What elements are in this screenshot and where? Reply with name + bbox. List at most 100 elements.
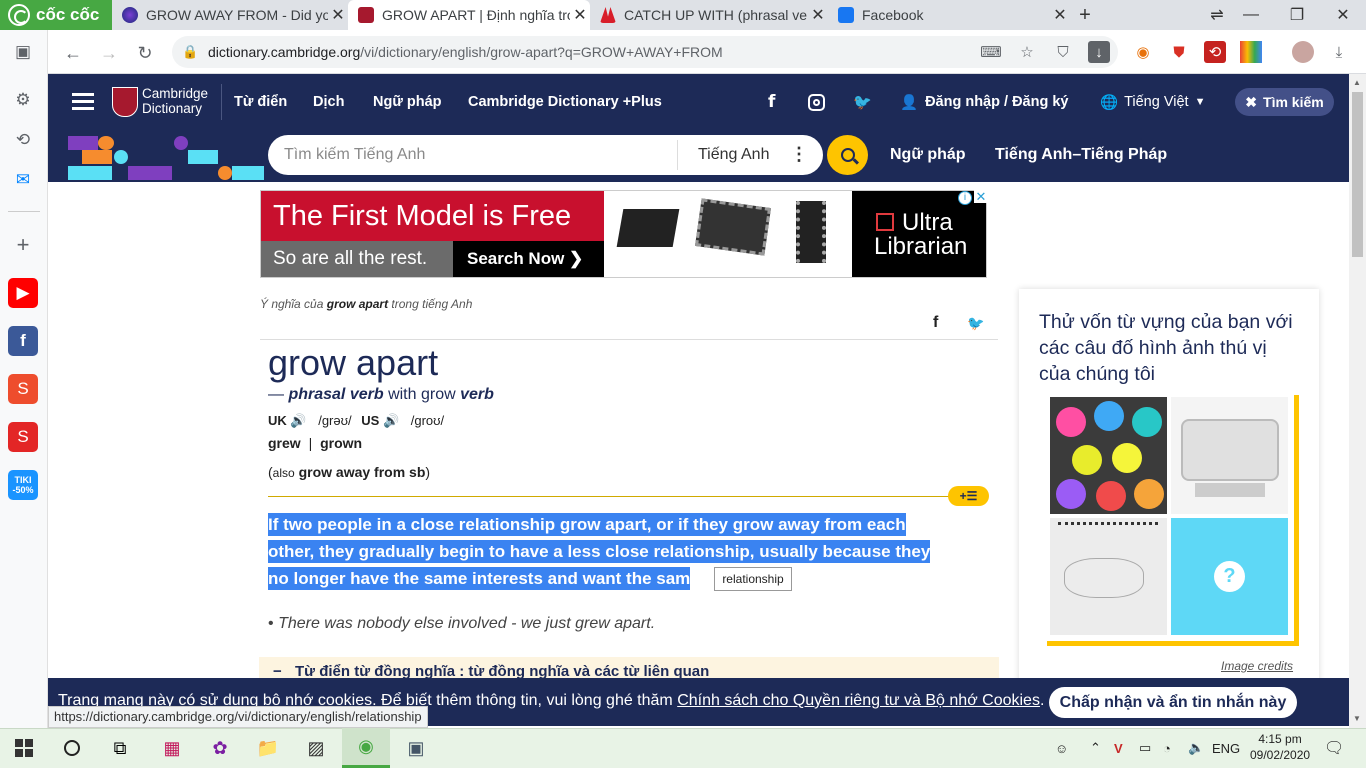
tab-catch-up-with[interactable]: CATCH UP WITH (phrasal verb) ✕ <box>590 0 828 30</box>
uk-audio-icon[interactable]: 🔊 <box>290 413 306 428</box>
restore-button[interactable]: ❐ <box>1274 0 1320 30</box>
login-link[interactable]: 👤 Đăng nhập / Đăng ký <box>900 74 1068 130</box>
facebook-social-icon[interactable]: f <box>768 74 775 130</box>
us-audio-icon[interactable]: 🔊 <box>383 413 399 428</box>
image-credits-link[interactable]: Image credits <box>1221 659 1293 673</box>
tiki-icon[interactable]: TIKI -50% <box>8 470 38 500</box>
nav-dictionary[interactable]: Từ điển <box>234 74 287 130</box>
site-logo[interactable]: Cambridge Dictionary <box>142 86 208 116</box>
scroll-down-icon[interactable]: ▼ <box>1353 714 1361 723</box>
new-tab-button[interactable]: + <box>1070 0 1100 30</box>
history-icon[interactable]: ⟲ <box>8 125 38 155</box>
coccoc-logo-icon <box>8 4 30 26</box>
instagram-icon[interactable] <box>808 74 825 130</box>
facebook-icon[interactable]: f <box>8 326 38 356</box>
taskbar-app2-icon[interactable]: ▣ <box>392 728 440 768</box>
download-page-icon[interactable]: ↓ <box>1088 41 1110 63</box>
ad-info-icon[interactable]: i <box>958 191 972 205</box>
ad-cta-button[interactable]: Search Now ❯ <box>453 241 604 277</box>
link-grammar[interactable]: Ngữ pháp <box>890 130 966 180</box>
tab-grow-apart[interactable]: GROW APART | Định nghĩa trong ✕ <box>348 0 590 30</box>
battery-icon[interactable]: ▭ <box>1139 728 1151 768</box>
lock-icon[interactable]: 🔒 <box>182 44 198 60</box>
coccoc-menu-button[interactable]: cốc cốc <box>0 0 112 30</box>
coccoc-taskbar-icon[interactable]: ◉ <box>342 728 390 768</box>
sewing-machine-image[interactable] <box>1171 397 1288 514</box>
settings-gear-icon[interactable]: ⚙ <box>8 85 38 115</box>
nav-plus[interactable]: Cambridge Dictionary +Plus <box>468 74 662 130</box>
shield-icon[interactable]: ⛉ <box>1052 41 1074 63</box>
file-explorer-icon[interactable]: 📁 <box>244 728 292 768</box>
tab-grow-away-from[interactable]: GROW AWAY FROM - Did you ✕ <box>112 0 348 30</box>
close-tab-icon[interactable]: ✕ <box>570 5 590 25</box>
logo-line1: Cambridge <box>142 86 209 101</box>
scrollbar-thumb[interactable] <box>1352 92 1363 257</box>
more-options-icon[interactable]: ⋮ <box>790 144 808 165</box>
nav-grammar[interactable]: Ngữ pháp <box>373 74 442 130</box>
windows-start-icon[interactable] <box>0 728 48 768</box>
profile-avatar[interactable] <box>1292 41 1314 63</box>
search-language-select[interactable]: Tiếng Anh <box>698 146 769 164</box>
extension-red-icon[interactable]: ⟲ <box>1204 41 1226 63</box>
forward-button[interactable]: → <box>96 40 122 66</box>
cortana-search-icon[interactable] <box>48 728 96 768</box>
language-selector[interactable]: 🌐 Tiếng Việt ▼ <box>1100 74 1205 130</box>
cookie-policy-link[interactable]: Chính sách cho Quyền riêng tư và Bộ nhớ … <box>677 692 1040 709</box>
adblock-icon[interactable]: ⛊ <box>1168 41 1190 63</box>
taskbar-paint-icon[interactable]: ✿ <box>196 728 244 768</box>
sendo-icon[interactable]: S <box>8 422 38 452</box>
people-icon[interactable]: ☺ <box>1055 728 1068 768</box>
cookie-accept-button[interactable]: Chấp nhận và ẩn tin nhắn này <box>1049 687 1297 718</box>
cambridge-shield-icon[interactable] <box>112 87 138 117</box>
share-twitter-icon[interactable]: 🐦 <box>967 315 984 332</box>
tab-facebook[interactable]: Facebook ✕ <box>828 0 1070 30</box>
add-sidebar-app-icon[interactable]: + <box>8 230 38 260</box>
volume-icon[interactable]: 🔈 <box>1188 728 1204 768</box>
share-facebook-icon[interactable]: f <box>933 314 938 332</box>
twitter-icon[interactable]: 🐦 <box>853 74 872 130</box>
ad-close-icon[interactable]: ✕ <box>974 189 988 204</box>
coccoc-extension-icon[interactable]: ◉ <box>1132 41 1154 63</box>
quiz-images[interactable]: ? <box>1044 391 1294 641</box>
clock[interactable]: 4:15 pm 09/02/2020 <box>1250 731 1310 763</box>
input-language[interactable]: ENG <box>1212 728 1240 768</box>
sidebar-toggle-icon[interactable]: ▣ <box>8 37 38 67</box>
header-search-button[interactable]: ✖ Tìm kiếm <box>1235 88 1334 116</box>
taskbar-app-icon[interactable]: ▦ <box>148 728 196 768</box>
close-tab-icon[interactable]: ✕ <box>808 5 828 25</box>
taskbar-notes-icon[interactable]: ▨ <box>292 728 340 768</box>
search-submit-button[interactable] <box>827 135 868 175</box>
quiz-mystery-image[interactable]: ? <box>1171 518 1288 635</box>
close-tab-icon[interactable]: ✕ <box>328 5 348 25</box>
bookmark-star-icon[interactable]: ☆ <box>1016 41 1038 63</box>
scroll-up-icon[interactable]: ▲ <box>1353 78 1361 87</box>
task-view-icon[interactable]: ⧉ <box>96 728 144 768</box>
advertisement[interactable]: The First Model is Free So are all the r… <box>260 189 988 278</box>
close-tab-icon[interactable]: ✕ <box>1050 5 1070 25</box>
paint-palette-image[interactable] <box>1050 397 1167 514</box>
url-text[interactable]: dictionary.cambridge.org/vi/dictionary/e… <box>208 44 723 60</box>
add-to-wordlist-button[interactable]: +☰ <box>948 486 989 506</box>
wifi-icon[interactable]: ◔ <box>1163 728 1171 768</box>
extension-colorful-icon[interactable] <box>1240 41 1262 63</box>
quiz-title[interactable]: Thử vốn từ vựng của bạn với các câu đố h… <box>1039 309 1299 387</box>
messenger-icon[interactable]: ✉ <box>8 165 38 195</box>
notifications-icon[interactable]: 🗨 <box>1324 728 1344 768</box>
close-window-button[interactable]: ✕ <box>1320 0 1366 30</box>
synonym-panel[interactable]: − Từ điển từ đồng nghĩa : từ đồng nghĩa … <box>259 657 999 680</box>
reload-button[interactable]: ↻ <box>132 40 158 66</box>
page-scrollbar[interactable]: ▲ ▼ <box>1349 74 1366 728</box>
minimize-button[interactable]: — <box>1228 0 1274 30</box>
youtube-icon[interactable]: ▶ <box>8 278 38 308</box>
sketchbook-image[interactable] <box>1050 518 1167 635</box>
translate-icon[interactable]: ⌨ <box>980 41 1002 63</box>
back-button[interactable]: ← <box>60 40 86 66</box>
hamburger-menu-icon[interactable] <box>72 93 94 110</box>
cambridge-tab-icon <box>358 7 374 23</box>
downloads-icon[interactable]: ⤓ <box>1328 41 1350 63</box>
link-english-french[interactable]: Tiếng Anh–Tiếng Pháp <box>995 130 1167 180</box>
tray-chevron-icon[interactable]: ⌃ <box>1090 728 1101 768</box>
nav-translate[interactable]: Dịch <box>313 74 344 130</box>
unikey-icon[interactable]: V <box>1114 728 1123 768</box>
shopee-icon[interactable]: S <box>8 374 38 404</box>
